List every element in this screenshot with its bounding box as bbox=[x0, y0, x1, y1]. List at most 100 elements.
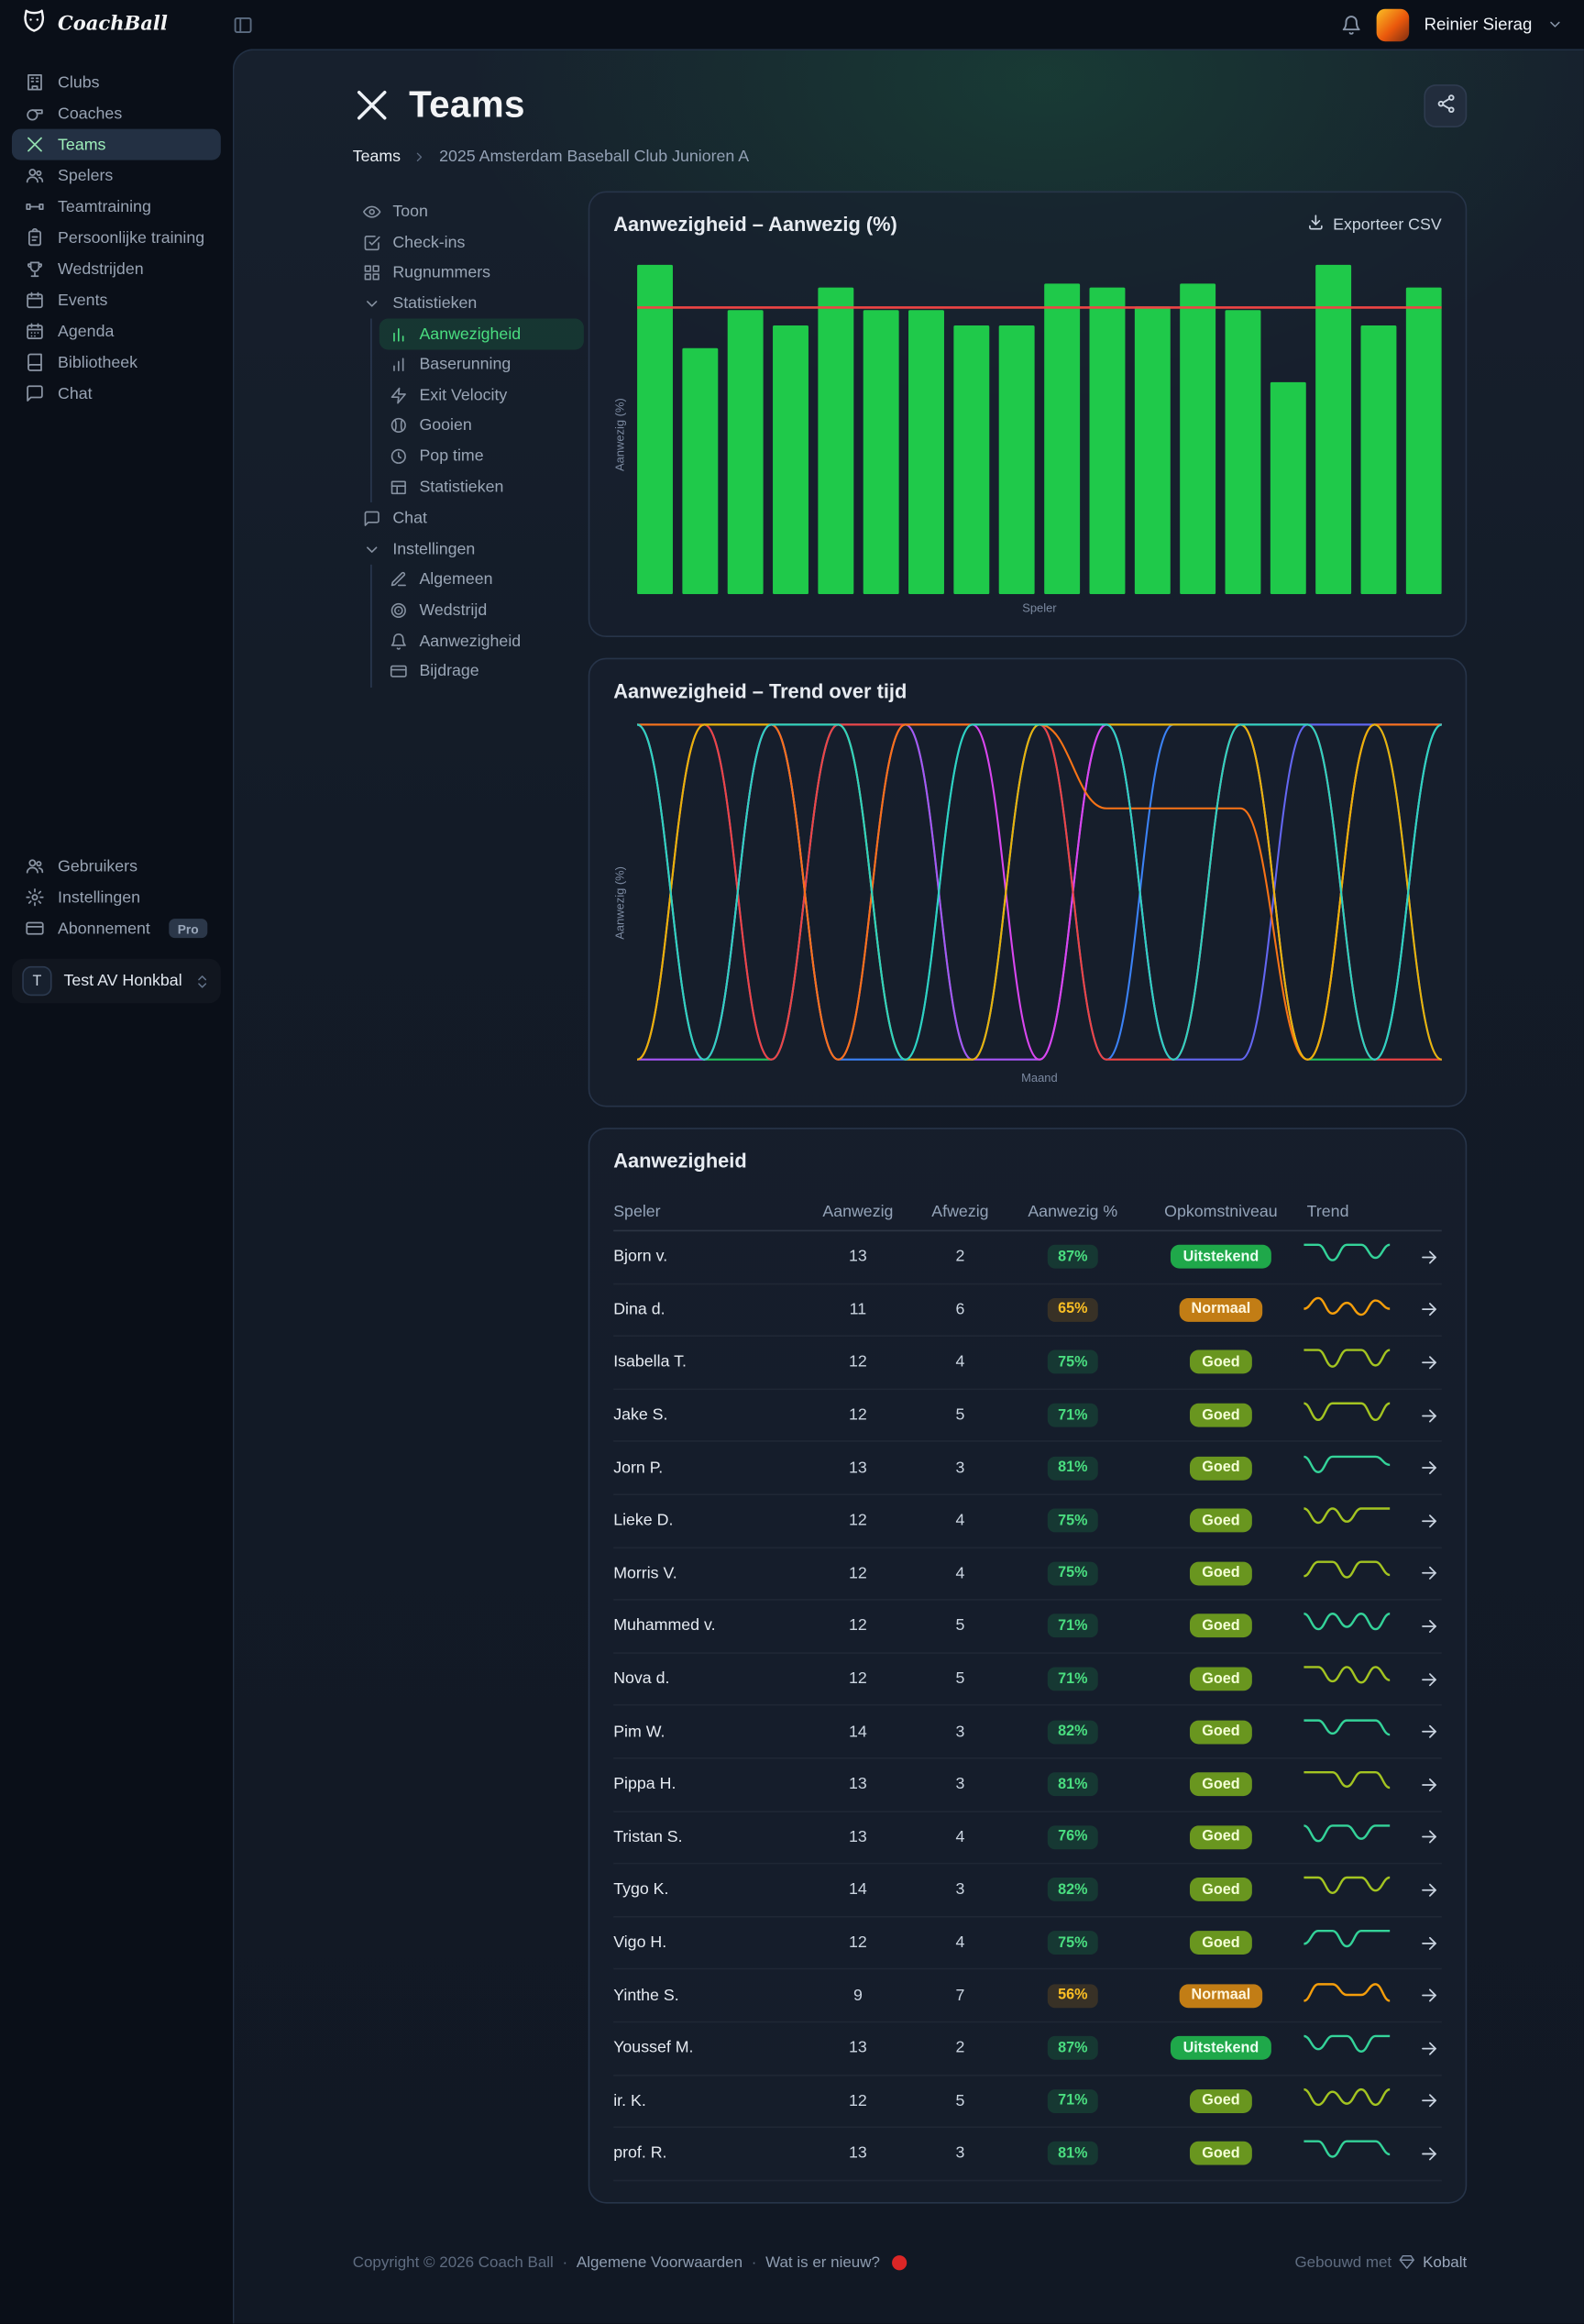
table-row[interactable]: Pippa H.13381%Goed bbox=[613, 1759, 1442, 1812]
line-chart-plot: Maand bbox=[637, 721, 1442, 1085]
row-detail-arrow-icon[interactable] bbox=[1420, 1669, 1442, 1689]
row-detail-arrow-icon[interactable] bbox=[1420, 1300, 1442, 1319]
attendance-pct-badge: 81% bbox=[1048, 1456, 1098, 1480]
table-row[interactable]: Youssef M.13287%Uitstekend bbox=[613, 2022, 1442, 2076]
wallet-icon bbox=[390, 663, 407, 680]
chevron-down-icon bbox=[363, 541, 380, 558]
table-row[interactable]: Tristan S.13476%Goed bbox=[613, 1812, 1442, 1865]
subnav-item-label: Exit Velocity bbox=[419, 387, 507, 404]
sidebar-item-abonnement[interactable]: AbonnementPro bbox=[12, 913, 221, 944]
table-row[interactable]: Tygo K.14382%Goed bbox=[613, 1865, 1442, 1918]
row-detail-arrow-icon[interactable] bbox=[1420, 1722, 1442, 1741]
terms-link[interactable]: Algemene Voorwaarden bbox=[577, 2253, 742, 2271]
brand[interactable]: CoachBall bbox=[21, 7, 168, 41]
kobalt-link[interactable]: Kobalt bbox=[1423, 2253, 1467, 2271]
table-row[interactable]: Vigo H.12475%Goed bbox=[613, 1917, 1442, 1970]
pro-badge: Pro bbox=[169, 919, 207, 938]
page-title: Teams bbox=[409, 83, 525, 127]
export-csv-button[interactable]: Exporteer CSV bbox=[1306, 214, 1442, 236]
row-detail-arrow-icon[interactable] bbox=[1420, 2091, 1442, 2110]
subnav-item-label: Bijdrage bbox=[419, 663, 478, 680]
table-title: Aanwezigheid bbox=[613, 1150, 1442, 1172]
table-row[interactable]: Nova d.12571%Goed bbox=[613, 1653, 1442, 1706]
table-row[interactable]: prof. R.13381%Goed bbox=[613, 2128, 1442, 2181]
row-detail-arrow-icon[interactable] bbox=[1420, 2144, 1442, 2164]
sidebar-item-chat[interactable]: Chat bbox=[12, 378, 221, 409]
sidebar-collapse-icon[interactable] bbox=[233, 14, 254, 35]
table-row[interactable]: Muhammed v.12571%Goed bbox=[613, 1601, 1442, 1654]
table-icon bbox=[390, 479, 407, 496]
sidebar-item-label: Coaches bbox=[58, 105, 122, 122]
afwezig-count: 5 bbox=[913, 2092, 1007, 2109]
sidebar-item-label: Gebruikers bbox=[58, 857, 138, 875]
user-avatar[interactable] bbox=[1377, 8, 1410, 41]
table-row[interactable]: ir. K.12571%Goed bbox=[613, 2076, 1442, 2129]
row-detail-arrow-icon[interactable] bbox=[1420, 1248, 1442, 1267]
sidebar-item-coaches[interactable]: Coaches bbox=[12, 98, 221, 129]
sidebar-item-events[interactable]: Events bbox=[12, 284, 221, 315]
whats-new-badge[interactable] bbox=[892, 2255, 907, 2270]
subnav-item-aanwezigheid[interactable]: Aanwezigheid bbox=[380, 319, 584, 349]
sidebar-item-wedstrijden[interactable]: Wedstrijden bbox=[12, 253, 221, 284]
chevron-down-icon[interactable] bbox=[1547, 17, 1564, 33]
subnav-item-gooien[interactable]: Gooien bbox=[380, 411, 584, 441]
row-detail-arrow-icon[interactable] bbox=[1420, 1933, 1442, 1953]
sidebar-item-clubs[interactable]: Clubs bbox=[12, 67, 221, 98]
subnav-item-check-ins[interactable]: Check-ins bbox=[353, 227, 584, 258]
sidebar-item-label: Instellingen bbox=[58, 888, 140, 906]
table-row[interactable]: Morris V.12475%Goed bbox=[613, 1547, 1442, 1601]
afwezig-count: 3 bbox=[913, 1881, 1007, 1899]
table-row[interactable]: Jake S.12571%Goed bbox=[613, 1390, 1442, 1443]
row-detail-arrow-icon[interactable] bbox=[1420, 1828, 1442, 1847]
subnav-item-chat[interactable]: Chat bbox=[353, 503, 584, 534]
subnav-item-statistieken[interactable]: Statistieken bbox=[380, 472, 584, 502]
row-detail-arrow-icon[interactable] bbox=[1420, 1353, 1442, 1372]
row-detail-arrow-icon[interactable] bbox=[1420, 1459, 1442, 1478]
sidebar-item-teams[interactable]: Teams bbox=[12, 129, 221, 160]
sidebar-item-bibliotheek[interactable]: Bibliotheek bbox=[12, 347, 221, 378]
player-name: Youssef M. bbox=[613, 2039, 803, 2056]
sidebar-item-gebruikers[interactable]: Gebruikers bbox=[12, 851, 221, 882]
building-icon bbox=[25, 72, 44, 92]
sidebar-item-spelers[interactable]: Spelers bbox=[12, 160, 221, 192]
row-detail-arrow-icon[interactable] bbox=[1420, 1511, 1442, 1530]
table-row[interactable]: Dina d.11665%Normaal bbox=[613, 1284, 1442, 1338]
row-detail-arrow-icon[interactable] bbox=[1420, 1564, 1442, 1583]
subnav-item-bijdrage[interactable]: Bijdrage bbox=[380, 656, 584, 687]
users-icon bbox=[25, 166, 44, 185]
row-detail-arrow-icon[interactable] bbox=[1420, 2039, 1442, 2058]
sidebar-item-instellingen[interactable]: Instellingen bbox=[12, 882, 221, 913]
sidebar-item-teamtraining[interactable]: Teamtraining bbox=[12, 192, 221, 223]
subnav-item-exit-velocity[interactable]: Exit Velocity bbox=[380, 380, 584, 411]
table-row[interactable]: Lieke D.12475%Goed bbox=[613, 1495, 1442, 1548]
subnav-item-pop-time[interactable]: Pop time bbox=[380, 441, 584, 471]
row-detail-arrow-icon[interactable] bbox=[1420, 1775, 1442, 1794]
table-row[interactable]: Bjorn v.13287%Uitstekend bbox=[613, 1231, 1442, 1284]
attendance-trend-card: Aanwezigheid – Trend over tijd Aanwezig … bbox=[588, 658, 1468, 1107]
subnav-item-instellingen[interactable]: Instellingen bbox=[353, 534, 584, 565]
table-row[interactable]: Jorn P.13381%Goed bbox=[613, 1442, 1442, 1495]
notifications-bell-icon[interactable] bbox=[1341, 14, 1362, 35]
subnav-item-algemeen[interactable]: Algemeen bbox=[380, 565, 584, 595]
row-detail-arrow-icon[interactable] bbox=[1420, 1616, 1442, 1636]
table-row[interactable]: Yinthe S.9756%Normaal bbox=[613, 1970, 1442, 2023]
sidebar-item-persoonlijke-training[interactable]: Persoonlijke training bbox=[12, 222, 221, 253]
table-row[interactable]: Pim W.14382%Goed bbox=[613, 1706, 1442, 1759]
level-badge: Goed bbox=[1190, 1561, 1251, 1585]
account-switcher[interactable]: T Test AV Honkbal bbox=[12, 959, 221, 1003]
subnav-item-aanwezigheid[interactable]: Aanwezigheid bbox=[380, 626, 584, 656]
whats-new-link[interactable]: Wat is er nieuw? bbox=[765, 2253, 880, 2271]
subnav-item-wedstrijd[interactable]: Wedstrijd bbox=[380, 595, 584, 625]
table-row[interactable]: Isabella T.12475%Goed bbox=[613, 1337, 1442, 1390]
subnav-item-statistieken[interactable]: Statistieken bbox=[353, 289, 584, 319]
row-detail-arrow-icon[interactable] bbox=[1420, 1986, 1442, 2005]
sidebar-item-agenda[interactable]: Agenda bbox=[12, 315, 221, 347]
subnav-item-rugnummers[interactable]: Rugnummers bbox=[353, 259, 584, 289]
breadcrumb-root[interactable]: Teams bbox=[353, 149, 401, 166]
row-detail-arrow-icon[interactable] bbox=[1420, 1405, 1442, 1425]
share-button[interactable] bbox=[1424, 83, 1467, 127]
subnav-item-toon[interactable]: Toon bbox=[353, 197, 584, 227]
subnav-item-baserunning[interactable]: Baserunning bbox=[380, 349, 584, 380]
row-detail-arrow-icon[interactable] bbox=[1420, 1880, 1442, 1900]
credit-card-icon bbox=[25, 919, 44, 938]
